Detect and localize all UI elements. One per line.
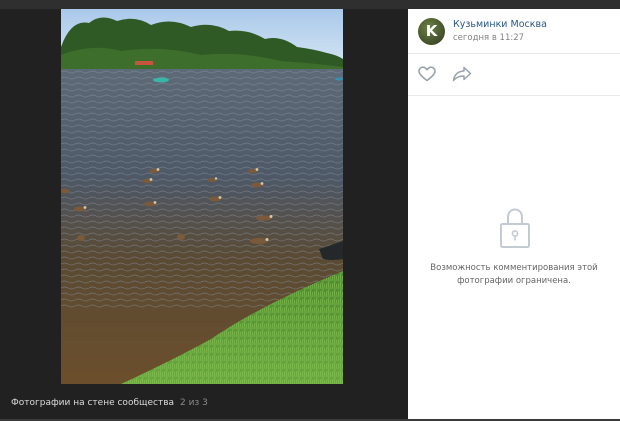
post-time[interactable]: сегодня в 11:27 [453,33,524,43]
comments-restricted-message: Возможность комментирования этой фотогра… [430,263,598,286]
actions-row [408,54,620,96]
heart-icon [418,66,436,82]
photo-caption-row: Фотографии на стене сообщества 2 из 3 [11,396,208,410]
group-name-link[interactable]: Кузьминки Москва [453,19,547,30]
side-panel: K Кузьминки Москва сегодня в 11:27 Возмо… [408,9,620,419]
comments-area: Возможность комментирования этой фотогра… [408,96,620,419]
photo-viewer: Фотографии на стене сообщества 2 из 3 [0,9,408,419]
photo-counter: 2 из 3 [180,398,208,408]
like-button[interactable] [418,66,436,82]
lake-photo [61,9,343,384]
avatar-letter: K [425,22,438,40]
lock-icon [499,207,531,249]
share-arrow-icon [452,66,472,82]
avatar[interactable]: K [418,18,445,45]
photo[interactable] [61,9,343,384]
share-button[interactable] [452,66,472,82]
post-header: K Кузьминки Москва сегодня в 11:27 [408,9,620,54]
album-link[interactable]: Фотографии на стене сообщества [11,398,174,408]
top-bar [0,0,620,9]
